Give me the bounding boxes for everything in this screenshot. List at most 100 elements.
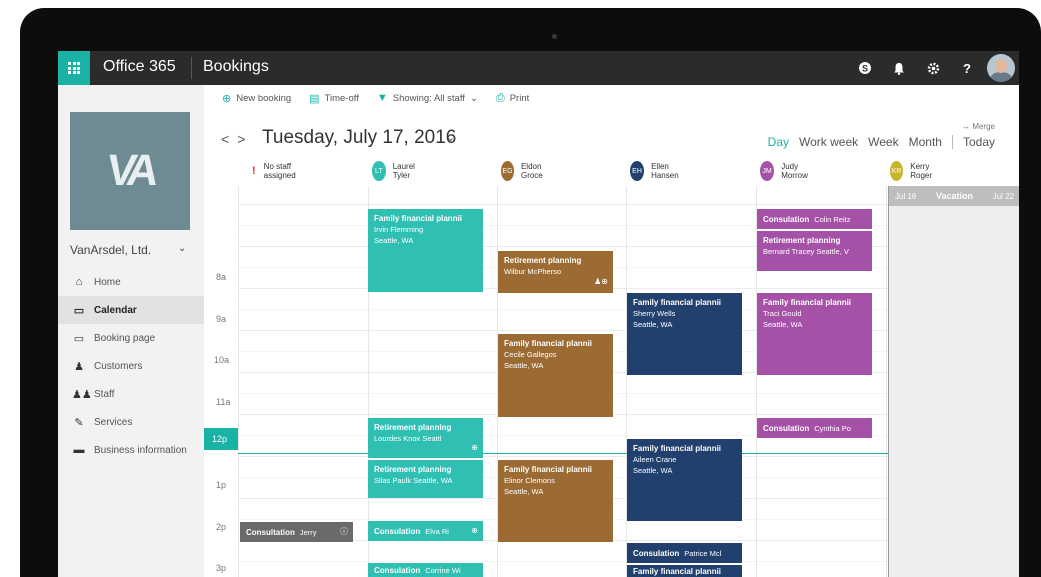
vacation-header: Jul 16 Vacation Jul 22 bbox=[889, 186, 1019, 206]
sidebar-item-label: Customers bbox=[94, 360, 143, 372]
booking-event[interactable]: Retirement planning Silas Paulk Seattle,… bbox=[368, 460, 483, 498]
booking-event[interactable]: Family financial plannii Traci Gould Sea… bbox=[757, 293, 872, 375]
bell-icon[interactable] bbox=[882, 51, 916, 85]
sidebar-item-calendar[interactable]: ▭ Calendar bbox=[58, 296, 204, 324]
staff-column-ellen[interactable]: EH Ellen Hansen bbox=[630, 160, 685, 182]
view-work-week[interactable]: Work week bbox=[799, 135, 858, 149]
suite-bar-icons: S ? bbox=[848, 51, 1015, 85]
command-bar: ⊕ New booking ▤ Time-off ▼ Showing: All sta… bbox=[222, 89, 547, 107]
time-label: 10a bbox=[214, 355, 230, 365]
recurring-icon: ⊕ bbox=[471, 443, 478, 452]
time-label: 9a bbox=[216, 314, 227, 324]
column-divider bbox=[886, 186, 887, 577]
customers-icon: ♟ bbox=[74, 360, 84, 373]
booking-event[interactable]: Family financial plannii Sherry Wells Se… bbox=[627, 293, 742, 375]
sidebar-item-services[interactable]: ✎ Services bbox=[58, 408, 204, 436]
alert-icon: ! bbox=[252, 165, 256, 177]
booking-event[interactable]: Consulation Corrine Wi bbox=[368, 563, 483, 577]
sidebar-item-customers[interactable]: ♟ Customers bbox=[58, 352, 204, 380]
print-button[interactable]: ⎙ Print bbox=[496, 92, 529, 105]
chevron-down-icon[interactable]: ⌄ bbox=[446, 131, 455, 144]
date-nav-arrows[interactable]: <> bbox=[221, 131, 253, 147]
staff-column-unassigned[interactable]: ! No staff assigned bbox=[252, 160, 296, 182]
staff-icon: ♟♟ bbox=[72, 388, 92, 401]
view-day[interactable]: Day bbox=[768, 135, 789, 149]
vacation-block[interactable]: Jul 16 Vacation Jul 22 bbox=[888, 186, 1019, 577]
chevron-left-icon[interactable]: < bbox=[221, 131, 237, 147]
time-label: 3p bbox=[216, 563, 227, 573]
booking-event[interactable]: Family financial plannii Aileen Crane Se… bbox=[627, 439, 742, 521]
staff-avatar: JM bbox=[760, 161, 775, 181]
booking-event[interactable]: Consulation Cynthia Po bbox=[757, 418, 872, 438]
staff-column-judy[interactable]: JM Judy Morrow bbox=[760, 160, 814, 182]
sidebar-item-home[interactable]: ⌂ Home bbox=[58, 268, 204, 296]
gear-icon[interactable] bbox=[916, 51, 950, 85]
app-title[interactable]: Bookings bbox=[203, 58, 269, 76]
avatar[interactable] bbox=[987, 54, 1015, 82]
sidebar-item-label: Staff bbox=[94, 388, 115, 400]
help-icon[interactable]: ? bbox=[950, 51, 984, 85]
booking-event[interactable]: Family financial plannii Elinor Clemons … bbox=[498, 460, 613, 542]
column-divider bbox=[238, 186, 239, 577]
suite-bar: Office 365 Bookings S ? bbox=[58, 51, 1019, 85]
chevron-down-icon[interactable]: ⌄ bbox=[178, 243, 186, 254]
sidebar-item-staff[interactable]: ♟♟ Staff bbox=[58, 380, 204, 408]
time-label: 11a bbox=[216, 397, 231, 407]
merge-button[interactable]: ↔ Merge bbox=[962, 122, 995, 131]
booking-event[interactable]: Consulation Patrice Mcl bbox=[627, 543, 742, 563]
today-button[interactable]: Today bbox=[963, 135, 995, 149]
divider bbox=[191, 57, 192, 79]
booking-event[interactable]: Family financial plannii bbox=[627, 565, 742, 577]
time-label: 8a bbox=[216, 272, 227, 282]
booking-event[interactable]: Consultation Jerry ⓘ bbox=[240, 522, 353, 542]
current-time-marker: 12p bbox=[204, 428, 238, 450]
suite-title[interactable]: Office 365 bbox=[103, 58, 176, 76]
chevron-right-icon[interactable]: > bbox=[237, 131, 253, 147]
booking-event[interactable]: Consulation Colin Reitz bbox=[757, 209, 872, 229]
sidebar-item-business-information[interactable]: ▬ Business information bbox=[58, 436, 204, 464]
time-off-button[interactable]: ▤ Time-off bbox=[309, 92, 359, 105]
booking-event[interactable]: Retirement planning Bernard Tracey Seatt… bbox=[757, 231, 872, 271]
staff-avatar: LT bbox=[372, 161, 386, 181]
sidebar: VA VanArsdel, Ltd. ⌄ ⌂ Home ▭ Calendar ▭ Bo… bbox=[58, 85, 204, 577]
time-off-icon: ▤ bbox=[309, 92, 320, 105]
print-icon: ⎙ bbox=[495, 91, 505, 104]
sidebar-item-label: Home bbox=[94, 276, 121, 288]
staff-filter-button[interactable]: ▼ Showing: All staff ⌄ bbox=[377, 92, 478, 104]
booking-event[interactable]: Consulation Elva Ri ⊕ bbox=[368, 521, 483, 541]
view-week[interactable]: Week bbox=[868, 135, 898, 149]
recurring-icon: ⊕ bbox=[471, 526, 478, 535]
new-booking-button[interactable]: ⊕ New booking bbox=[222, 92, 291, 105]
skype-icon[interactable]: S bbox=[848, 51, 882, 85]
booking-page-icon: ▭ bbox=[73, 332, 85, 345]
calendar-icon: ▭ bbox=[73, 304, 85, 317]
booking-event[interactable]: Family financial plannii Irvin Flemming … bbox=[368, 209, 483, 292]
divider bbox=[951, 135, 953, 149]
svg-text:S: S bbox=[862, 64, 868, 74]
sidebar-item-label: Business information bbox=[94, 444, 187, 456]
time-label: 1p bbox=[216, 480, 227, 490]
info-icon: ⓘ bbox=[340, 527, 348, 536]
group-icon: ♟⊕ bbox=[594, 277, 608, 286]
chevron-down-icon: ⌄ bbox=[469, 92, 478, 104]
view-month[interactable]: Month bbox=[909, 135, 942, 149]
home-icon: ⌂ bbox=[75, 276, 83, 288]
sidebar-nav: ⌂ Home ▭ Calendar ▭ Booking page ♟ Customers… bbox=[58, 268, 204, 464]
time-label: 2p bbox=[216, 522, 227, 532]
sidebar-item-booking-page[interactable]: ▭ Booking page bbox=[58, 324, 204, 352]
booking-event[interactable]: Family financial plannii Cecile Gallegos… bbox=[498, 334, 613, 417]
filter-icon: ▼ bbox=[376, 92, 388, 104]
sidebar-item-label: Services bbox=[94, 416, 133, 428]
date-title[interactable]: Tuesday, July 17, 2016 bbox=[262, 127, 456, 149]
camera bbox=[552, 34, 557, 39]
view-switcher: Day Work week Week Month Today bbox=[758, 135, 995, 149]
staff-avatar: KR bbox=[890, 161, 904, 181]
app-launcher-icon[interactable] bbox=[58, 51, 90, 85]
booking-event[interactable]: Retirement planning Wilbur McPherso ♟⊕ bbox=[498, 251, 613, 293]
booking-event[interactable]: Retirement planning Lourdes Knox Seattl … bbox=[368, 418, 483, 458]
staff-column-kerry[interactable]: KR Kerry Roger bbox=[890, 160, 939, 182]
business-icon: ▬ bbox=[73, 444, 85, 456]
org-name[interactable]: VanArsdel, Ltd. bbox=[70, 243, 151, 257]
staff-column-eldon[interactable]: EG Eldon Groce bbox=[501, 160, 550, 182]
staff-column-laurel[interactable]: LT Laurel Tyler bbox=[372, 160, 421, 182]
